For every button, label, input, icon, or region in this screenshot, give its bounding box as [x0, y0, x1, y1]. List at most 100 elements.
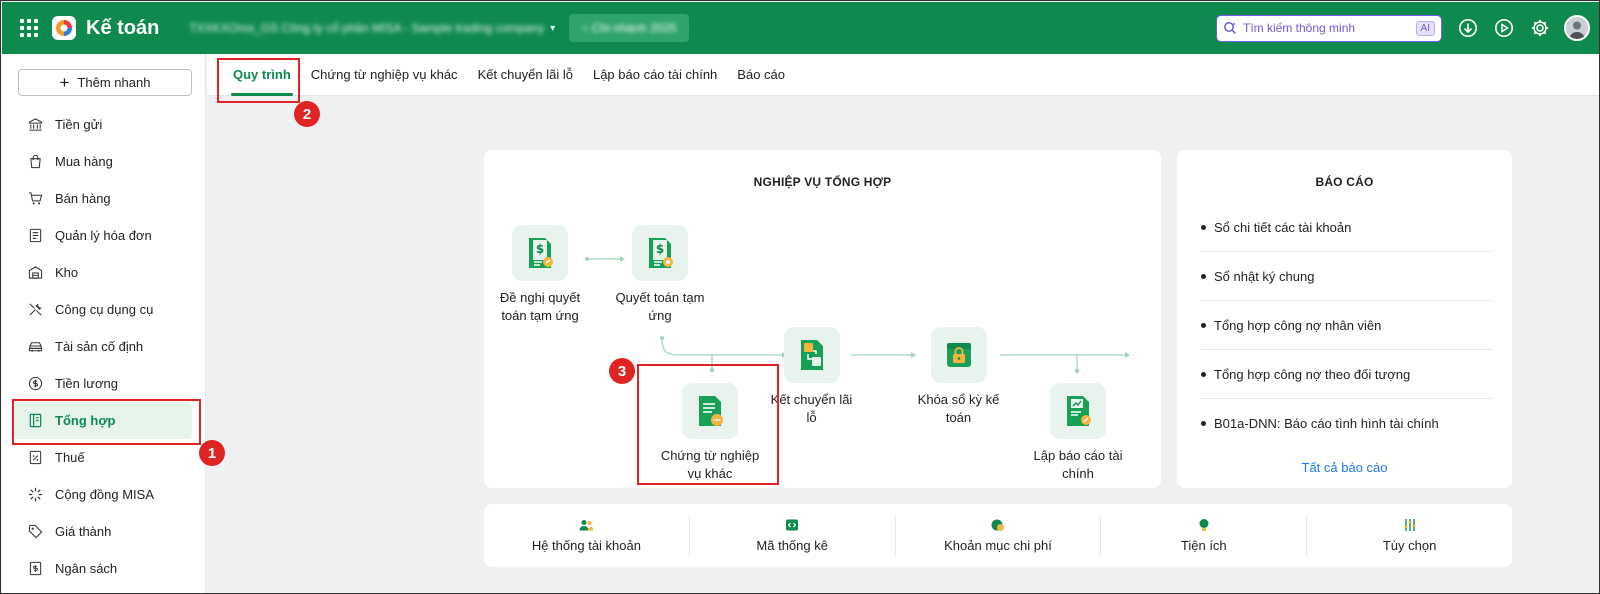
- code-icon: [786, 519, 799, 531]
- report-item[interactable]: Sổ chi tiết các tài khoản: [1201, 203, 1493, 252]
- node-advance-settlement[interactable]: $ Quyết toán tạm ứng: [614, 225, 706, 325]
- sidebar-item-ban-hang[interactable]: Bán hàng: [2, 180, 206, 217]
- tax-icon: [29, 450, 42, 465]
- quick-add-label: Thêm nhanh: [77, 75, 151, 90]
- reports-card: BÁO CÁO Sổ chi tiết các tài khoản Sổ nhậ…: [1177, 150, 1512, 488]
- sidebar-item-label: Tiền gửi: [55, 117, 103, 132]
- tab-ket-chuyen-lai-lo[interactable]: Kết chuyển lãi lỗ: [468, 54, 583, 96]
- company-name[interactable]: TXXKXOnoi_GS Công ty cổ phần MISA - Samp…: [189, 21, 544, 35]
- shopping-bag-icon: [30, 154, 41, 169]
- tag-icon: [28, 524, 43, 539]
- node-other-vouchers[interactable]: Chứng từ nghiệp vụ khác: [660, 383, 760, 483]
- sidebar-item-kho[interactable]: Kho: [2, 254, 206, 291]
- sidebar-item-ngan-sach[interactable]: Ngân sách: [2, 550, 206, 587]
- lock-book-icon: [930, 327, 987, 383]
- ledger-icon: [29, 413, 42, 428]
- quick-add-button[interactable]: + Thêm nhanh: [18, 69, 192, 96]
- shortcut-account-system[interactable]: Hệ thống tài khoản: [484, 515, 690, 556]
- chevron-down-icon[interactable]: ▾: [550, 23, 555, 34]
- sliders-icon: [1404, 519, 1416, 531]
- shortcut-cost-items[interactable]: Khoản mục chi phí: [896, 515, 1102, 556]
- document-more-icon: [682, 383, 738, 439]
- bank-icon: [28, 118, 43, 131]
- branch-label: ○ Chi nhánh 2025: [581, 21, 677, 35]
- report-item[interactable]: B01a-DNN: Báo cáo tình hình tài chính: [1201, 399, 1493, 448]
- svg-text:$: $: [656, 242, 664, 256]
- node-profit-transfer[interactable]: Kết chuyển lãi lỗ: [764, 327, 859, 427]
- bottom-shortcuts: Hệ thống tài khoản Mã thống kê Khoản mục…: [484, 504, 1512, 567]
- report-item[interactable]: Tổng hợp công nợ theo đối tượng: [1201, 350, 1493, 399]
- sidebar-item-label: Tiền lương: [55, 376, 118, 391]
- shortcut-utilities[interactable]: Tiện ích: [1101, 515, 1308, 556]
- app-grid-icon[interactable]: [20, 17, 42, 39]
- sidebar-item-label: Ngân sách: [55, 561, 118, 576]
- node-label: Kết chuyển lãi lỗ: [770, 392, 853, 425]
- tools-icon: [29, 303, 42, 316]
- tab-lap-bao-cao-tai-chinh[interactable]: Lập báo cáo tài chính: [583, 54, 727, 96]
- ai-badge[interactable]: AI: [1415, 20, 1435, 36]
- sidebar-item-label: Tổng hợp: [55, 413, 116, 428]
- top-bar: Kế toán TXXKXOnoi_GS Công ty cổ phần MIS…: [2, 2, 1599, 54]
- reports-title: BÁO CÁO: [1315, 175, 1374, 189]
- all-reports-link[interactable]: Tất cả báo cáo: [1177, 460, 1512, 475]
- bullet-icon: [1201, 371, 1206, 377]
- sidebar-item-quan-ly-hoa-don[interactable]: Quản lý hóa đơn: [2, 217, 206, 254]
- report-label: B01a-DNN: Báo cáo tình hình tài chính: [1214, 416, 1439, 431]
- tab-bao-cao[interactable]: Báo cáo: [727, 54, 795, 96]
- sidebar-item-thue[interactable]: Thuế: [2, 439, 206, 476]
- sidebar-item-tai-san-co-dinh[interactable]: Tài sản cố định: [2, 328, 206, 365]
- smart-search-input[interactable]: [1243, 21, 1410, 35]
- sidebar-item-tong-hop[interactable]: Tổng hợp: [12, 402, 192, 439]
- shortcut-label: Khoản mục chi phí: [944, 538, 1052, 553]
- download-icon[interactable]: [1458, 18, 1478, 38]
- smart-search[interactable]: AI: [1216, 14, 1442, 42]
- gear-icon[interactable]: [1530, 18, 1550, 38]
- tab-chung-tu-nghiep-vu-khac[interactable]: Chứng từ nghiệp vụ khác: [301, 54, 468, 96]
- play-icon[interactable]: [1494, 18, 1514, 38]
- shortcut-label: Hệ thống tài khoản: [531, 538, 641, 553]
- report-label: Tổng hợp công nợ theo đối tượng: [1214, 366, 1411, 382]
- shortcut-label: Tiện ích: [1180, 538, 1227, 553]
- step-badge-2: 2: [294, 101, 320, 127]
- sidebar-item-label: Thuế: [55, 450, 85, 465]
- document-dollar-check-icon: $: [632, 225, 688, 281]
- user-avatar[interactable]: [1564, 15, 1590, 41]
- warehouse-icon: [28, 266, 43, 279]
- tab-quy-trinh[interactable]: Quy trình: [223, 54, 301, 96]
- sidebar-item-tien-luong[interactable]: Tiền lương: [2, 365, 206, 402]
- node-label: Lập báo cáo tài chính: [1033, 448, 1123, 481]
- sidebar-item-cong-dong-misa[interactable]: Cộng đồng MISA: [2, 476, 206, 513]
- node-label: Chứng từ nghiệp vụ khác: [660, 448, 760, 481]
- report-label: Tổng hợp công nợ nhân viên: [1214, 317, 1382, 333]
- sidebar-item-label: Tài sản cố định: [55, 339, 144, 354]
- cart-icon: [28, 192, 43, 205]
- node-period-lock[interactable]: Khóa sổ kỳ kế toán: [911, 327, 1006, 427]
- users-icon: [579, 520, 594, 531]
- report-item[interactable]: Tổng hợp công nợ nhân viên: [1201, 301, 1493, 350]
- node-label: Đề nghị quyết toán tạm ứng: [499, 290, 581, 323]
- node-label: Khóa sổ kỳ kế toán: [917, 392, 1000, 425]
- plus-icon: +: [59, 73, 70, 92]
- sidebar-item-gia-thanh[interactable]: Giá thành: [2, 513, 206, 550]
- branch-selector[interactable]: ○ Chi nhánh 2025: [569, 14, 689, 42]
- invoice-icon: [29, 228, 42, 243]
- report-item[interactable]: Sổ nhật ký chung: [1201, 252, 1493, 301]
- tab-bar: Quy trình Chứng từ nghiệp vụ khác Kết ch…: [207, 54, 1599, 96]
- bullet-icon: [1201, 421, 1206, 426]
- community-icon: [28, 487, 43, 502]
- cost-icon: [991, 519, 1004, 531]
- bulb-icon: [1199, 519, 1209, 531]
- shortcut-label: Mã thống kê: [756, 538, 828, 553]
- sidebar-item-label: Cộng đồng MISA: [55, 487, 155, 502]
- shortcut-stat-codes[interactable]: Mã thống kê: [690, 515, 896, 556]
- sidebar-item-mua-hang[interactable]: Mua hàng: [2, 143, 206, 180]
- sidebar-item-label: Mua hàng: [55, 154, 113, 169]
- shortcut-options[interactable]: Tùy chọn: [1307, 516, 1512, 556]
- sparkle-search-icon: [1224, 22, 1237, 35]
- node-advance-request[interactable]: $ Đề nghị quyết toán tạm ứng: [494, 225, 586, 325]
- sidebar-item-cong-cu-dung-cu[interactable]: Công cụ dụng cụ: [2, 291, 206, 328]
- node-financial-report[interactable]: Lập báo cáo tài chính: [1028, 383, 1128, 483]
- bullet-icon: [1201, 273, 1206, 279]
- sidebar-item-tien-gui[interactable]: Tiền gửi: [2, 106, 206, 143]
- bullet-icon: [1201, 322, 1206, 328]
